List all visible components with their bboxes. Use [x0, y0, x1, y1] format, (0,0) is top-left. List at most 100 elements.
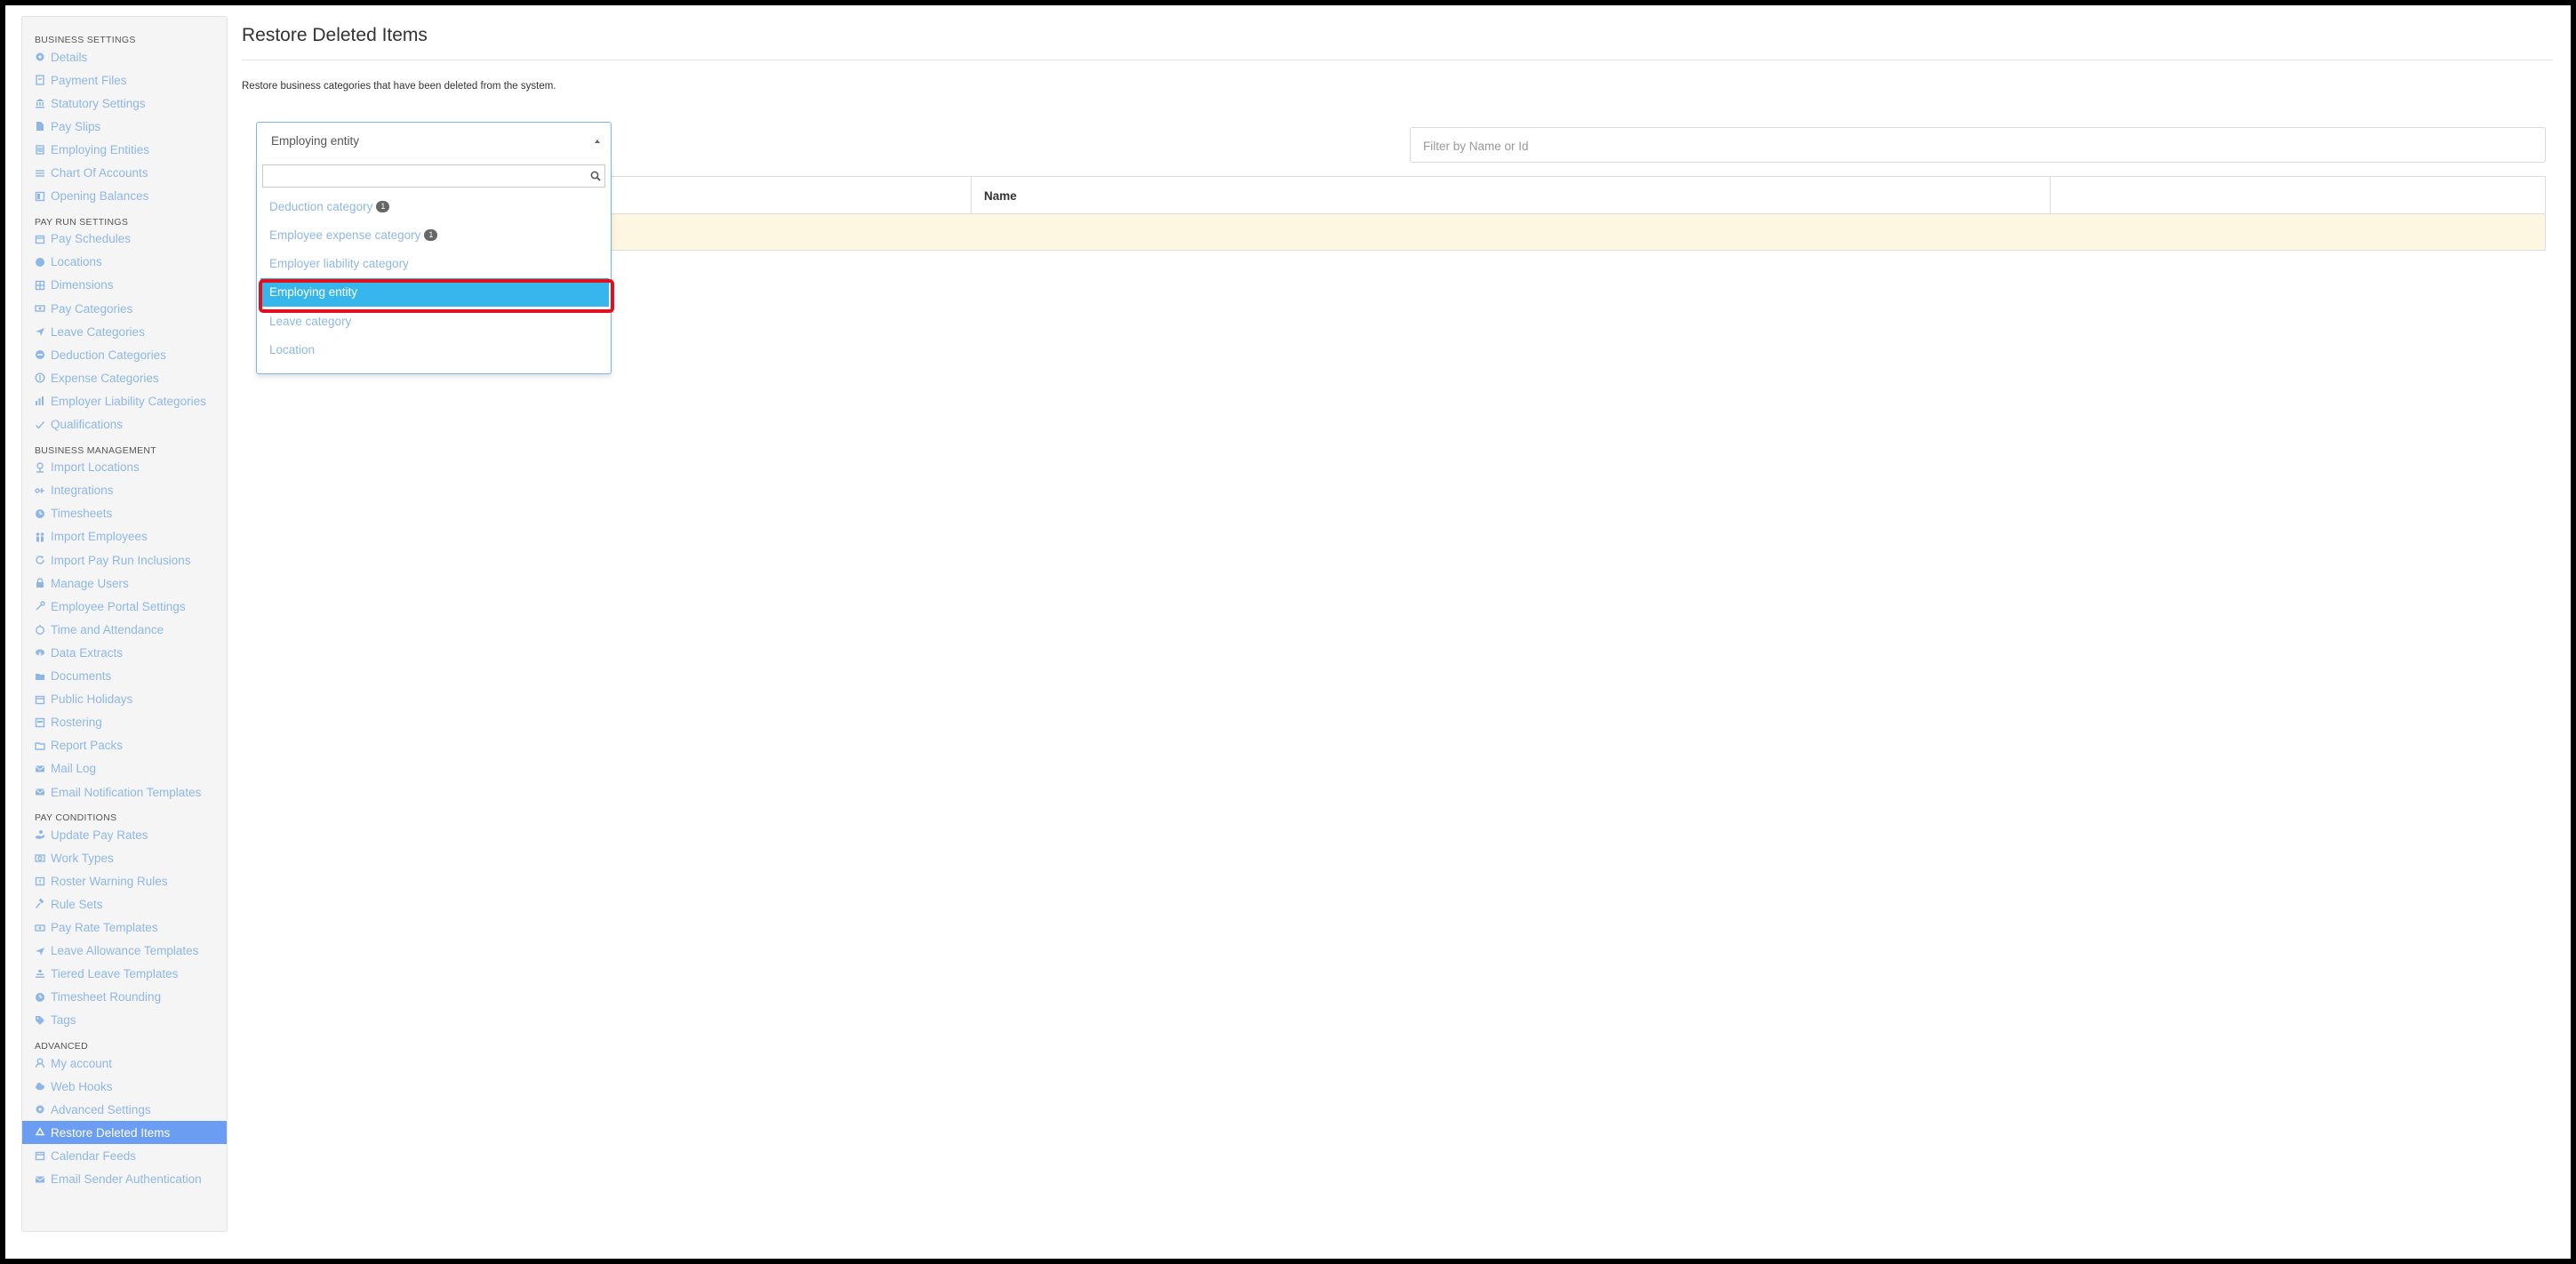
sidebar-item-label: Import Locations — [51, 460, 140, 475]
sidebar-item-data-extracts[interactable]: Data Extracts — [22, 641, 227, 664]
cloud-download-icon — [35, 647, 45, 658]
sidebar-item-label: Pay Categories — [51, 301, 133, 316]
sidebar-item-payment-files[interactable]: Payment Files — [22, 68, 227, 92]
sidebar-item-label: Leave Categories — [51, 324, 145, 339]
sidebar-item-employing-entities[interactable]: Employing Entities — [22, 138, 227, 161]
sidebar-item-locations[interactable]: Locations — [22, 251, 227, 274]
sidebar-item-label: Manage Users — [51, 576, 129, 590]
sidebar-item-import-locations[interactable]: Import Locations — [22, 456, 227, 479]
envelope-icon — [35, 764, 45, 774]
sidebar-item-roster-warning-rules[interactable]: Roster Warning Rules — [22, 869, 227, 892]
bar-chart-icon — [35, 396, 45, 406]
dropdown-search[interactable] — [262, 164, 605, 188]
wrench-icon — [35, 601, 45, 612]
sidebar-item-label: Roster Warning Rules — [51, 874, 168, 888]
filter-box[interactable] — [1410, 127, 2546, 163]
sidebar-item-integrations[interactable]: Integrations — [22, 479, 227, 502]
sidebar-item-label: Dimensions — [51, 278, 114, 292]
sidebar-section-header: ADVANCED — [35, 1041, 88, 1052]
sidebar-item-dimensions[interactable]: Dimensions — [22, 274, 227, 297]
dollar-icon — [35, 372, 45, 383]
sidebar-item-expense-categories[interactable]: Expense Categories — [22, 366, 227, 389]
sidebar-item-import-employees[interactable]: Import Employees — [22, 525, 227, 548]
sidebar-item-employer-liability-categories[interactable]: Employer Liability Categories — [22, 389, 227, 412]
sidebar-item-time-and-attendance[interactable]: Time and Attendance — [22, 618, 227, 641]
tag-icon — [35, 1015, 45, 1026]
sidebar-item-label: Work Types — [51, 851, 114, 865]
stopwatch-icon — [35, 624, 45, 636]
sidebar-item-label: Update Pay Rates — [51, 828, 148, 842]
sidebar-item-pay-schedules[interactable]: Pay Schedules — [22, 228, 227, 251]
sidebar-section-header: PAY RUN SETTINGS — [35, 216, 129, 228]
sidebar-item-leave-categories[interactable]: Leave Categories — [22, 320, 227, 343]
dropdown-option-location[interactable]: Location — [260, 336, 609, 364]
sidebar-item-tiered-leave-templates[interactable]: Tiered Leave Templates — [22, 963, 227, 986]
sidebar-item-report-packs[interactable]: Report Packs — [22, 734, 227, 757]
sidebar-item-label: Timesheets — [51, 507, 113, 521]
sidebar-item-my-account[interactable]: My account — [22, 1052, 227, 1075]
sidebar-item-qualifications[interactable]: Qualifications — [22, 413, 227, 436]
sidebar-item-tags[interactable]: Tags — [22, 1009, 227, 1032]
dropdown-option-employing-entity[interactable]: Employing entity — [260, 277, 609, 307]
caret-up-icon — [595, 140, 600, 143]
sidebar-item-label: Expense Categories — [51, 371, 159, 385]
sidebar-item-label: Time and Attendance — [51, 622, 164, 636]
dropdown-option-label: Employee expense category — [269, 228, 421, 242]
sidebar-item-email-sender-authentication[interactable]: Email Sender Authentication — [22, 1168, 227, 1191]
sidebar-item-label: Employee Portal Settings — [51, 599, 186, 613]
sidebar-item-label: Tags — [51, 1013, 76, 1028]
sidebar-item-public-holidays[interactable]: Public Holidays — [22, 688, 227, 711]
dropdown-option-label: Employing entity — [269, 285, 358, 300]
sidebar-item-timesheets[interactable]: Timesheets — [22, 502, 227, 525]
sidebar-item-manage-users[interactable]: Manage Users — [22, 572, 227, 595]
dropdown-option-leave-category[interactable]: Leave category — [260, 307, 609, 335]
sidebar-item-calendar-feeds[interactable]: Calendar Feeds — [22, 1144, 227, 1167]
dropdown-search-input[interactable] — [267, 166, 572, 188]
sidebar-item-advanced-settings[interactable]: Advanced Settings — [22, 1098, 227, 1121]
sidebar-item-details[interactable]: Details — [22, 45, 227, 68]
sidebar-item-label: Report Packs — [51, 739, 124, 753]
sidebar-item-opening-balances[interactable]: Opening Balances — [22, 185, 227, 208]
sidebar-item-rule-sets[interactable]: Rule Sets — [22, 892, 227, 916]
sidebar: BUSINESS SETTINGS Details Payment Files Sta… — [21, 16, 228, 1232]
count-badge: 1 — [424, 228, 438, 241]
sidebar-item-label: Rostering — [51, 716, 102, 730]
dropdown-option-deduction-category[interactable]: Deduction category 1 — [260, 192, 609, 220]
sidebar-item-import-pay-run-inclusions[interactable]: Import Pay Run Inclusions — [22, 548, 227, 572]
sidebar-item-documents[interactable]: Documents — [22, 665, 227, 688]
sidebar-item-chart-of-accounts[interactable]: Chart Of Accounts — [22, 162, 227, 185]
grid-column-name[interactable]: Name — [972, 177, 2051, 214]
sidebar-item-label: Payment Files — [51, 73, 127, 87]
sidebar-item-label: My account — [51, 1056, 113, 1070]
sidebar-item-timesheet-rounding[interactable]: Timesheet Rounding — [22, 986, 227, 1009]
filter-input[interactable] — [1421, 129, 2527, 163]
sidebar-item-restore-deleted-items[interactable]: Restore Deleted Items — [22, 1121, 227, 1145]
sidebar-item-work-types[interactable]: Work Types — [22, 846, 227, 869]
sidebar-item-mail-log[interactable]: Mail Log — [22, 757, 227, 780]
recycle-icon — [35, 1127, 45, 1138]
dropdown-option-label: Leave category — [269, 314, 352, 328]
sidebar-item-statutory-settings[interactable]: Statutory Settings — [22, 92, 227, 115]
sidebar-item-label: Integrations — [51, 484, 114, 498]
dropdown-option-employer-liability-category[interactable]: Employer liability category — [260, 250, 609, 278]
sidebar-section-header: PAY CONDITIONS — [35, 812, 117, 824]
sidebar-item-update-pay-rates[interactable]: Update Pay Rates — [22, 823, 227, 846]
sidebar-item-deduction-categories[interactable]: Deduction Categories — [22, 343, 227, 366]
gavel-icon — [35, 899, 45, 909]
sidebar-item-employee-portal-settings[interactable]: Employee Portal Settings — [22, 595, 227, 618]
dropdown-option-employee-expense-category[interactable]: Employee expense category 1 — [260, 220, 609, 249]
sidebar-item-pay-categories[interactable]: Pay Categories — [22, 297, 227, 320]
sidebar-item-pay-slips[interactable]: Pay Slips — [22, 115, 227, 138]
bank-icon — [35, 98, 45, 108]
count-badge: 1 — [376, 200, 390, 212]
sidebar-item-rostering[interactable]: Rostering — [22, 711, 227, 734]
sidebar-item-label: Details — [51, 50, 88, 64]
sidebar-item-web-hooks[interactable]: Web Hooks — [22, 1075, 227, 1098]
sidebar-item-leave-allowance-templates[interactable]: Leave Allowance Templates — [22, 940, 227, 963]
category-type-select[interactable]: Employing entity — [256, 122, 612, 159]
sidebar-item-label: Import Employees — [51, 530, 148, 544]
sidebar-item-email-notification-templates[interactable]: Email Notification Templates — [22, 780, 227, 804]
dropdown-option-label: Employer liability category — [269, 257, 409, 271]
sidebar-item-pay-rate-templates[interactable]: Pay Rate Templates — [22, 916, 227, 940]
folder-open-icon — [35, 740, 45, 751]
